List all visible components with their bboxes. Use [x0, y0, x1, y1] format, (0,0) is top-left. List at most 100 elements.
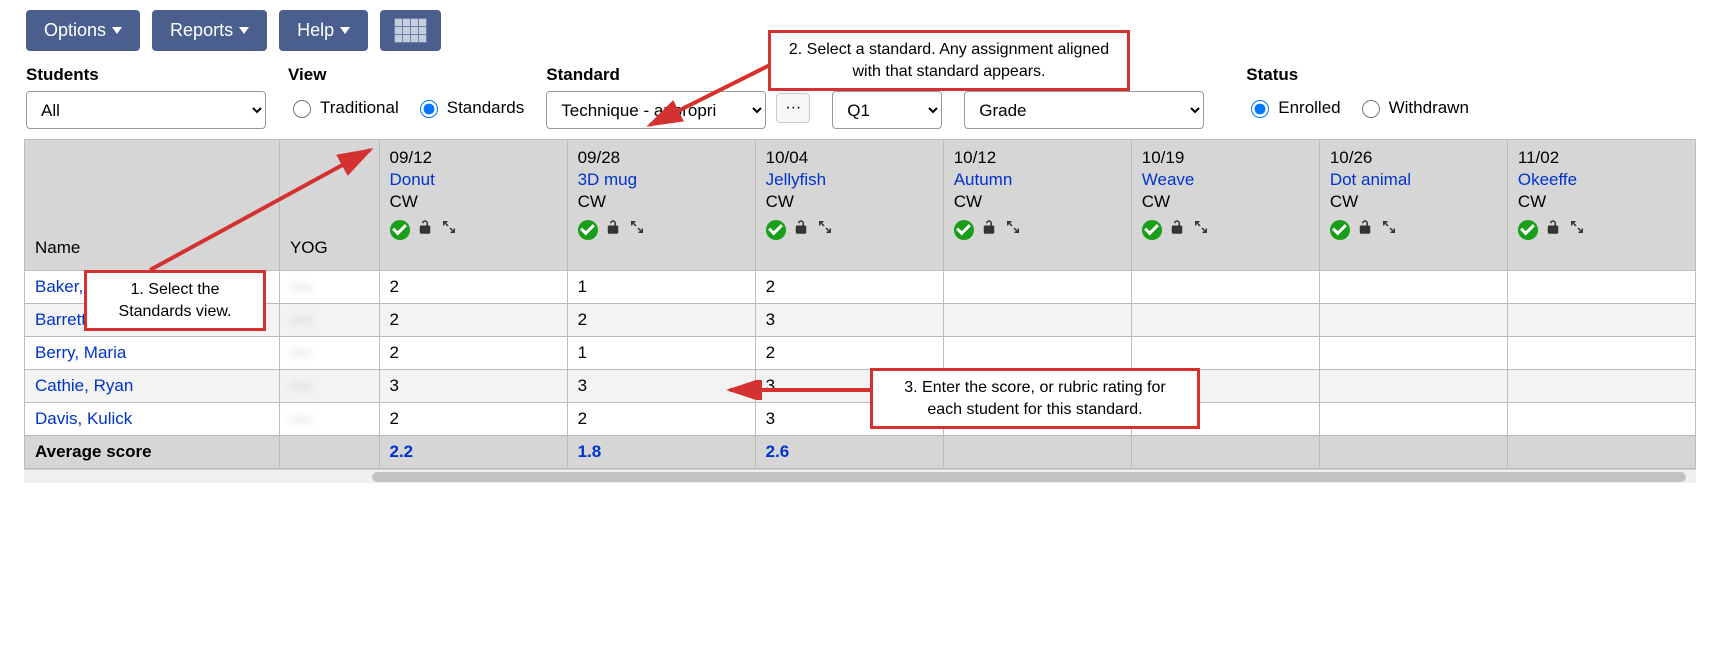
check-icon: [954, 220, 974, 240]
score-cell[interactable]: 1: [567, 270, 755, 303]
assign-name-link[interactable]: Donut: [390, 170, 557, 190]
assign-cw: CW: [954, 192, 1121, 212]
unlock-icon[interactable]: [1356, 218, 1374, 241]
expand-icon[interactable]: [440, 218, 458, 241]
score-cell[interactable]: [943, 336, 1131, 369]
footer-row: Average score 2.2 1.8 2.6: [25, 435, 1696, 468]
expand-icon[interactable]: [816, 218, 834, 241]
avg-cell: 2.2: [379, 435, 567, 468]
assign-name-link[interactable]: Jellyfish: [766, 170, 933, 190]
status-withdrawn-label[interactable]: Withdrawn: [1357, 97, 1469, 118]
expand-icon[interactable]: [1004, 218, 1022, 241]
score-cell[interactable]: 2: [379, 303, 567, 336]
options-label: Options: [44, 20, 106, 41]
score-cell[interactable]: [1131, 270, 1319, 303]
assign-name-link[interactable]: Dot animal: [1330, 170, 1497, 190]
score-cell[interactable]: 3: [567, 369, 755, 402]
caret-down-icon: [112, 27, 122, 34]
check-icon: [1518, 220, 1538, 240]
standard-label: Standard: [546, 65, 766, 85]
score-cell[interactable]: [1507, 270, 1695, 303]
score-cell[interactable]: [1507, 402, 1695, 435]
expand-icon[interactable]: [628, 218, 646, 241]
assignment-header-1: 09/28 3D mug CW: [567, 140, 755, 270]
assign-name-link[interactable]: 3D mug: [578, 170, 745, 190]
display-select[interactable]: Grade: [964, 91, 1204, 129]
score-cell[interactable]: 2: [379, 336, 567, 369]
reports-button[interactable]: Reports: [152, 10, 267, 51]
score-cell[interactable]: [1507, 303, 1695, 336]
assign-date: 09/12: [390, 148, 557, 168]
unlock-icon[interactable]: [792, 218, 810, 241]
avg-yog-blank: [279, 435, 379, 468]
check-icon: [766, 220, 786, 240]
name-header: Name: [25, 140, 279, 270]
score-cell[interactable]: [943, 270, 1131, 303]
student-name-cell[interactable]: Cathie, Ryan: [25, 369, 279, 402]
score-cell[interactable]: [1319, 303, 1507, 336]
score-cell[interactable]: 2: [379, 402, 567, 435]
view-standards-label[interactable]: Standards: [415, 97, 525, 118]
expand-icon[interactable]: [1568, 218, 1586, 241]
assign-date: 11/02: [1518, 148, 1685, 168]
grid-view-button[interactable]: [380, 10, 441, 51]
assign-cw: CW: [1518, 192, 1685, 212]
score-cell[interactable]: [1319, 402, 1507, 435]
horizontal-scrollbar[interactable]: [24, 469, 1696, 483]
assign-name-link[interactable]: Okeeffe: [1518, 170, 1685, 190]
options-button[interactable]: Options: [26, 10, 140, 51]
score-cell[interactable]: 1: [567, 336, 755, 369]
standard-picker-button[interactable]: ···: [776, 93, 810, 123]
table-row: Barrett, Sage----223: [25, 303, 1696, 336]
student-name-cell[interactable]: Berry, Maria: [25, 336, 279, 369]
score-cell[interactable]: [943, 303, 1131, 336]
help-button[interactable]: Help: [279, 10, 368, 51]
assign-cw: CW: [1142, 192, 1309, 212]
score-cell[interactable]: 2: [567, 303, 755, 336]
score-cell[interactable]: [1319, 369, 1507, 402]
view-traditional-radio[interactable]: [293, 100, 311, 118]
yog-cell: ----: [279, 402, 379, 435]
status-enrolled-radio[interactable]: [1251, 100, 1269, 118]
expand-icon[interactable]: [1380, 218, 1398, 241]
score-cell[interactable]: 3: [379, 369, 567, 402]
score-cell[interactable]: [1319, 270, 1507, 303]
check-icon: [1330, 220, 1350, 240]
score-cell[interactable]: [1131, 303, 1319, 336]
assign-name-link[interactable]: Weave: [1142, 170, 1309, 190]
status-withdrawn-radio[interactable]: [1362, 100, 1380, 118]
score-cell[interactable]: [1131, 336, 1319, 369]
score-cell[interactable]: 2: [755, 336, 943, 369]
term-select[interactable]: Q1: [832, 91, 942, 129]
gradebook-table: Name YOG 09/12 Donut CW 09/28 3D mug CW …: [25, 140, 1696, 469]
assignment-header-3: 10/12 Autumn CW: [943, 140, 1131, 270]
score-cell[interactable]: [1319, 336, 1507, 369]
score-cell[interactable]: 2: [755, 270, 943, 303]
unlock-icon[interactable]: [980, 218, 998, 241]
students-filter: Students All: [26, 65, 266, 129]
table-row: Baker, Matthew----212: [25, 270, 1696, 303]
view-standards-radio[interactable]: [420, 100, 438, 118]
caret-down-icon: [340, 27, 350, 34]
callout-3: 3. Enter the score, or rubric rating for…: [870, 368, 1200, 429]
unlock-icon[interactable]: [604, 218, 622, 241]
assign-name-link[interactable]: Autumn: [954, 170, 1121, 190]
score-cell[interactable]: 2: [567, 402, 755, 435]
students-select[interactable]: All: [26, 91, 266, 129]
table-row: Berry, Maria----212: [25, 336, 1696, 369]
standard-select[interactable]: Technique - appropri: [546, 91, 766, 129]
view-traditional-label[interactable]: Traditional: [288, 97, 399, 118]
unlock-icon[interactable]: [416, 218, 434, 241]
status-label: Status: [1246, 65, 1469, 85]
score-cell[interactable]: 2: [379, 270, 567, 303]
unlock-icon[interactable]: [1544, 218, 1562, 241]
score-cell[interactable]: [1507, 336, 1695, 369]
score-cell[interactable]: [1507, 369, 1695, 402]
student-name-cell[interactable]: Davis, Kulick: [25, 402, 279, 435]
expand-icon[interactable]: [1192, 218, 1210, 241]
unlock-icon[interactable]: [1168, 218, 1186, 241]
score-cell[interactable]: 3: [755, 303, 943, 336]
assignment-header-5: 10/26 Dot animal CW: [1319, 140, 1507, 270]
status-enrolled-label[interactable]: Enrolled: [1246, 97, 1340, 118]
scroll-thumb[interactable]: [372, 472, 1686, 482]
